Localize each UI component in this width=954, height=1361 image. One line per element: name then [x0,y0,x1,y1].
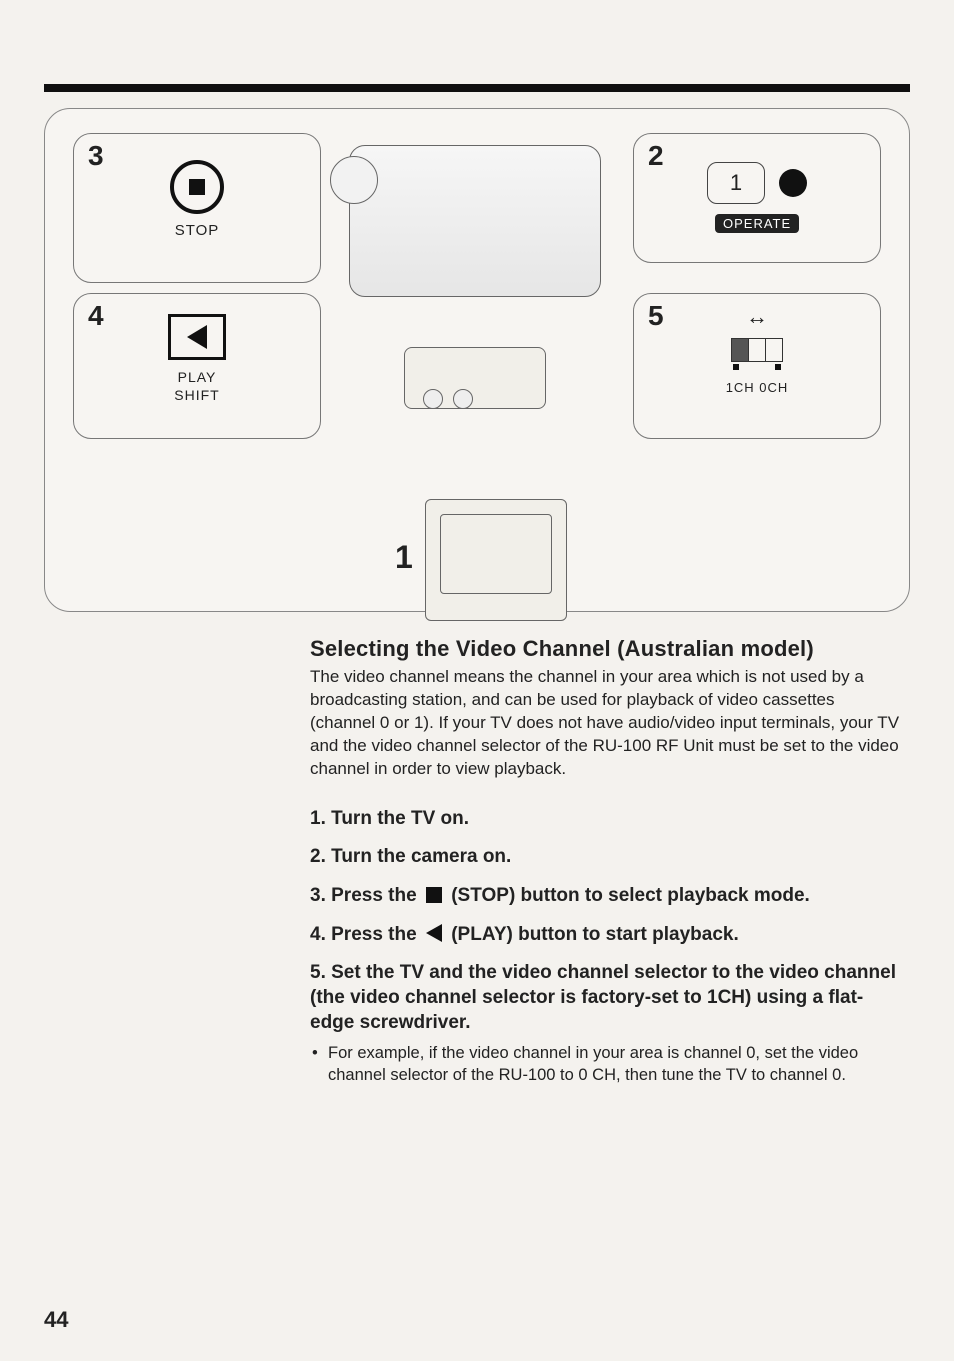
selector-arrows-icon: ↔ [634,304,880,330]
shift-label: SHIFT [74,386,320,404]
callout-number-5: 5 [648,300,664,332]
channel-labels: 1CH 0CH [634,380,880,395]
intro-paragraph: The video channel means the channel in y… [310,666,900,781]
camcorder-lens-icon [330,156,378,204]
step-2: 2. Turn the camera on. [310,845,900,870]
step-5: 5. Set the TV and the video channel sele… [310,961,900,1035]
channel-indicator-dots [634,364,880,370]
callout-number-2: 2 [648,140,664,172]
step-3-prefix: 3. Press the [310,885,422,906]
callout-number-4: 4 [88,300,104,332]
play-label: PLAY [74,368,320,386]
step-5-bullet: For example, if the video channel in you… [310,1042,900,1087]
callout-2-operate: 2 1 OPERATE [633,133,881,263]
camcorder-illustration [349,145,601,297]
step-4: 4. Press the (PLAY) button to start play… [310,923,900,948]
play-shift-labels: PLAY SHIFT [74,368,320,404]
stop-square-icon [189,179,205,195]
tv-illustration [425,499,567,621]
rf-unit-illustration [404,347,546,409]
callout-3-stop: 3 STOP [73,133,321,283]
callout-5-channel-selector: 5 ↔ 1CH 0CH [633,293,881,439]
step-4-prefix: 4. Press the [310,924,422,945]
step-4-suffix: (PLAY) button to start playback. [446,924,739,945]
stop-button-icon [170,160,224,214]
figure-label-1: 1 [395,539,413,576]
operate-badge: OPERATE [715,214,799,233]
channel-switch-icon [731,338,783,362]
tv-screen [440,514,552,594]
operate-dot-icon [779,169,807,197]
step-1: 1. Turn the TV on. [310,807,900,832]
step-3: 3. Press the (STOP) button to select pla… [310,884,900,909]
callout-number-3: 3 [88,140,104,172]
play-inline-icon [426,924,442,942]
operate-row: 1 [634,162,880,204]
play-button-icon [168,314,226,360]
top-horizontal-rule [44,84,910,92]
play-triangle-icon [187,325,207,349]
section-heading: Selecting the Video Channel (Australian … [310,636,900,662]
operate-card: 1 [707,162,765,204]
instruction-text-block: Selecting the Video Channel (Australian … [310,636,900,1086]
manual-page: 3 STOP 4 PLAY SHIFT 2 1 OPERATE 5 ↔ [0,0,954,1361]
figure-frame: 3 STOP 4 PLAY SHIFT 2 1 OPERATE 5 ↔ [44,108,910,612]
page-number: 44 [44,1307,68,1333]
stop-inline-icon [426,887,442,903]
stop-label: STOP [74,222,320,239]
callout-4-play-shift: 4 PLAY SHIFT [73,293,321,439]
center-figure [325,145,625,425]
step-3-suffix: (STOP) button to select playback mode. [446,885,810,906]
